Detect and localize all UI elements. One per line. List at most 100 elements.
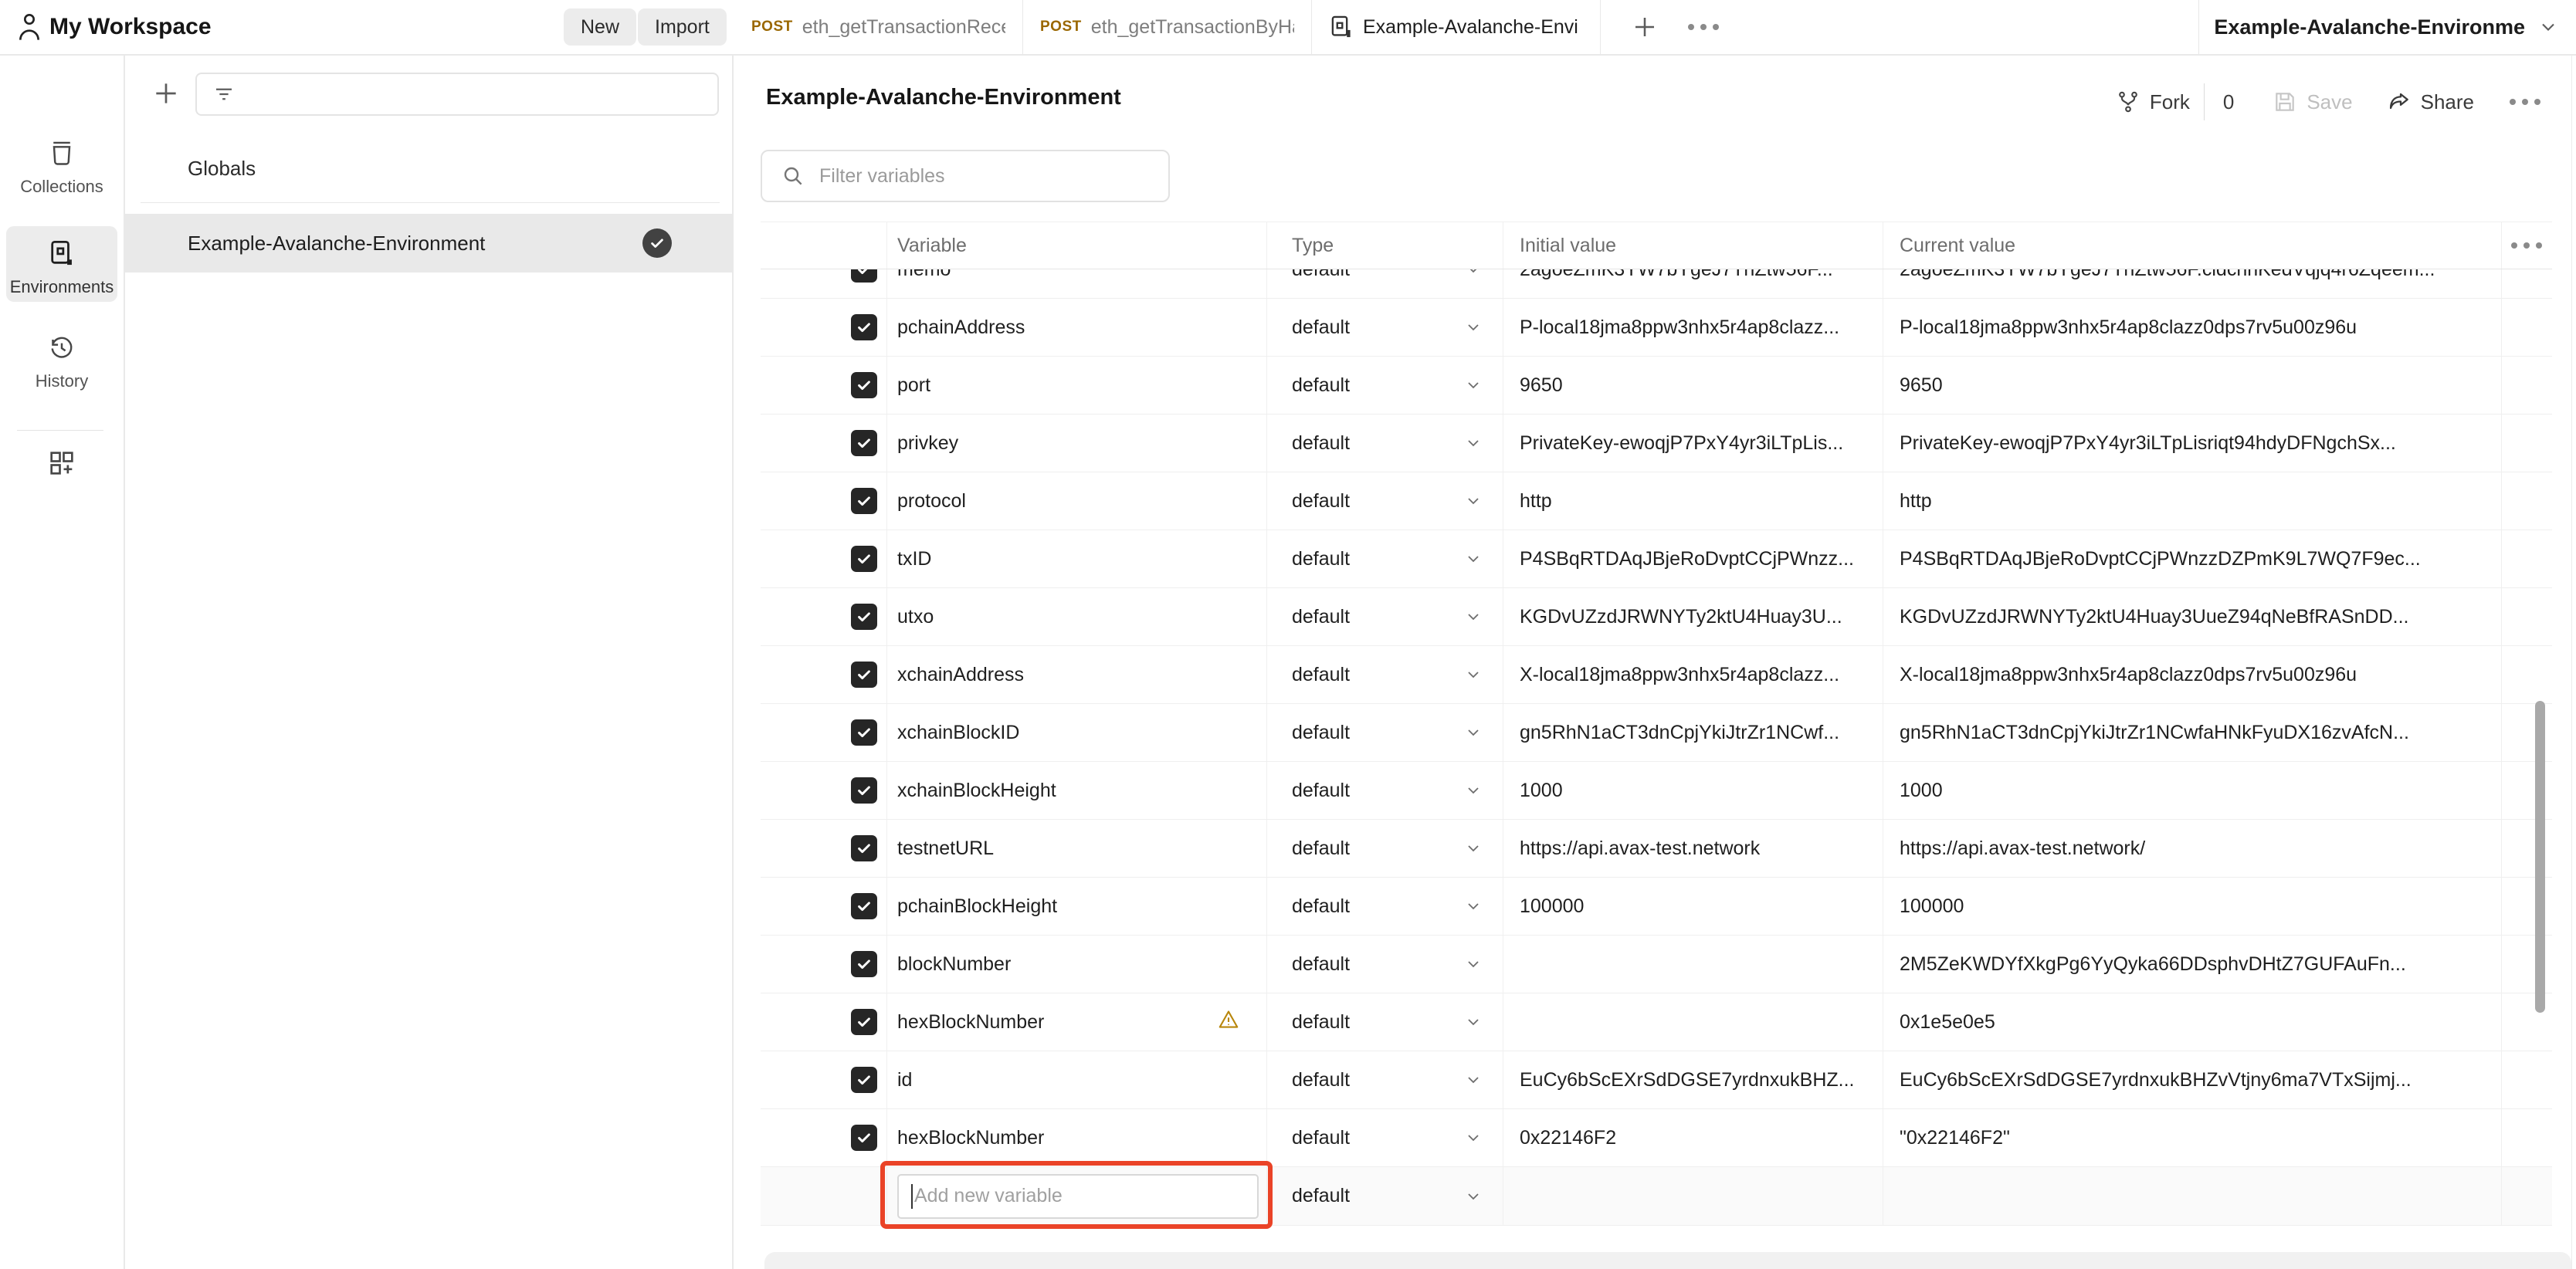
workspace-avatar-icon[interactable] (14, 10, 45, 44)
initial-value-cell[interactable]: 2agoeZmK3YW7bYgeJ7TnZtw56F... (1503, 269, 1883, 298)
initial-value-cell[interactable] (1503, 1167, 1883, 1225)
initial-value-cell[interactable]: P-local18jma8ppw3nhx5r4ap8clazz... (1503, 299, 1883, 356)
import-button[interactable]: Import (638, 8, 727, 46)
current-value-cell[interactable]: 100000 (1883, 878, 2502, 935)
variable-enabled-checkbox[interactable] (851, 546, 877, 572)
variable-type-dropdown[interactable]: default (1267, 878, 1503, 935)
variable-type-dropdown[interactable]: default (1267, 357, 1503, 414)
initial-value-cell[interactable] (1503, 993, 1883, 1051)
variable-enabled-checkbox[interactable] (851, 604, 877, 630)
variable-type-dropdown[interactable]: default (1267, 472, 1503, 530)
variable-name-cell[interactable]: privkey (887, 415, 1267, 472)
variable-name-cell[interactable]: pchainAddress (887, 299, 1267, 356)
current-value-cell[interactable]: KGDvUZzdJRWNYTy2ktU4Huay3UueZ94qNeBfRASn… (1883, 588, 2502, 645)
variable-enabled-checkbox[interactable] (851, 488, 877, 514)
variable-type-dropdown[interactable]: default (1267, 704, 1503, 761)
variable-type-dropdown[interactable]: default (1267, 415, 1503, 472)
variable-type-dropdown[interactable]: default (1267, 588, 1503, 645)
current-value-cell[interactable]: EuCy6bScEXrSdDGSE7yrdnxukBHZvVtjny6ma7VT… (1883, 1051, 2502, 1108)
variable-type-dropdown[interactable]: default (1267, 1051, 1503, 1108)
variable-type-dropdown[interactable]: default (1267, 762, 1503, 819)
environment-selector[interactable]: Example-Avalanche-Environme (2214, 0, 2559, 54)
vertical-scrollbar-thumb[interactable] (2535, 701, 2545, 1013)
variable-name-cell[interactable]: testnetURL (887, 820, 1267, 877)
more-actions-icon[interactable] (2510, 99, 2540, 105)
variable-type-dropdown[interactable]: default (1267, 269, 1503, 298)
variable-type-dropdown[interactable]: default (1267, 820, 1503, 877)
current-value-cell[interactable]: P4SBqRTDAqJBjeRoDvptCCjPWnzzDZPmK9L7WQ7F… (1883, 530, 2502, 587)
column-options-icon[interactable] (2511, 242, 2542, 249)
initial-value-cell[interactable]: KGDvUZzdJRWNYTy2ktU4Huay3U... (1503, 588, 1883, 645)
variable-enabled-checkbox[interactable] (851, 314, 877, 340)
add-variable-input[interactable]: Add new variable (897, 1174, 1259, 1219)
more-tabs-icon[interactable] (1688, 24, 1719, 30)
sidebar-item-history[interactable]: History (0, 332, 124, 391)
initial-value-cell[interactable] (1503, 936, 1883, 993)
initial-value-cell[interactable]: PrivateKey-ewoqjP7PxY4yr3iLTpLis... (1503, 415, 1883, 472)
variable-name-cell[interactable]: port (887, 357, 1267, 414)
variable-enabled-checkbox[interactable] (851, 1125, 877, 1151)
initial-value-cell[interactable]: 9650 (1503, 357, 1883, 414)
variable-type-dropdown[interactable]: default (1267, 299, 1503, 356)
initial-value-cell[interactable]: 1000 (1503, 762, 1883, 819)
share-button[interactable]: Share (2387, 90, 2474, 114)
current-value-cell[interactable]: X-local18jma8ppw3nhx5r4ap8clazz0dps7rv5u… (1883, 646, 2502, 703)
variable-name-cell[interactable]: pchainBlockHeight (887, 878, 1267, 935)
configure-workspace-button[interactable] (0, 448, 124, 482)
variable-name-cell[interactable]: id (887, 1051, 1267, 1108)
current-value-cell[interactable]: gn5RhN1aCT3dnCpjYkiJtrZr1NCwfaHNkFyuDX16… (1883, 704, 2502, 761)
variable-enabled-checkbox[interactable] (851, 951, 877, 977)
initial-value-cell[interactable]: gn5RhN1aCT3dnCpjYkiJtrZr1NCwf... (1503, 704, 1883, 761)
current-value-cell[interactable]: 9650 (1883, 357, 2502, 414)
current-value-cell[interactable]: https://api.avax-test.network/ (1883, 820, 2502, 877)
initial-value-cell[interactable]: https://api.avax-test.network (1503, 820, 1883, 877)
current-value-cell[interactable]: 2M5ZeKWDYfXkgPg6YyQyka66DDsphvDHtZ7GUFAu… (1883, 936, 2502, 993)
save-button[interactable]: Save (2273, 90, 2352, 114)
filter-variables-input[interactable]: Filter variables (761, 150, 1170, 202)
tab-request-2[interactable]: POST eth_getTransactionByHa (1023, 0, 1312, 54)
initial-value-cell[interactable]: 0x22146F2 (1503, 1109, 1883, 1166)
initial-value-cell[interactable]: P4SBqRTDAqJBjeRoDvptCCjPWnzz... (1503, 530, 1883, 587)
sidebar-item-environments[interactable]: Environments (0, 238, 124, 297)
variable-name-cell[interactable]: hexBlockNumber (887, 993, 1267, 1051)
variable-name-cell[interactable]: txID (887, 530, 1267, 587)
new-tab-plus-icon[interactable] (1631, 13, 1659, 41)
current-value-cell[interactable]: 2agoeZmK3YW7bYgeJ7TnZtw56F.cldchhKedVqjq… (1883, 269, 2502, 298)
variable-enabled-checkbox[interactable] (851, 1009, 877, 1035)
variable-type-dropdown[interactable]: default (1267, 530, 1503, 587)
initial-value-cell[interactable]: EuCy6bScEXrSdDGSE7yrdnxukBHZ... (1503, 1051, 1883, 1108)
sidebar-item-environment[interactable]: Example-Avalanche-Environment (125, 214, 732, 272)
variable-name-cell[interactable]: blockNumber (887, 936, 1267, 993)
variable-enabled-checkbox[interactable] (851, 777, 877, 804)
current-value-cell[interactable]: P-local18jma8ppw3nhx5r4ap8clazz0dps7rv5u… (1883, 299, 2502, 356)
fork-button[interactable]: Fork (2116, 90, 2190, 114)
current-value-cell[interactable]: "0x22146F2" (1883, 1109, 2502, 1166)
variable-type-dropdown[interactable]: default (1267, 646, 1503, 703)
variable-enabled-checkbox[interactable] (851, 835, 877, 861)
sidebar-filter-input[interactable] (195, 73, 719, 116)
variable-type-dropdown[interactable]: default (1267, 1167, 1503, 1225)
variable-enabled-checkbox[interactable] (851, 893, 877, 919)
variable-name-cell[interactable]: xchainBlockID (887, 704, 1267, 761)
sidebar-item-collections[interactable]: Collections (0, 137, 124, 197)
variable-enabled-checkbox[interactable] (851, 269, 877, 283)
variable-name-cell[interactable]: hexBlockNumber (887, 1109, 1267, 1166)
variable-enabled-checkbox[interactable] (851, 1067, 877, 1093)
variable-type-dropdown[interactable]: default (1267, 936, 1503, 993)
workspace-title[interactable]: My Workspace (49, 14, 212, 40)
current-value-cell[interactable]: http (1883, 472, 2502, 530)
variable-enabled-checkbox[interactable] (851, 719, 877, 746)
variable-name-cell[interactable]: memo (887, 269, 1267, 298)
variable-name-cell[interactable]: xchainBlockHeight (887, 762, 1267, 819)
tab-request-1[interactable]: POST eth_getTransactionRece (734, 0, 1023, 54)
tab-environment-active[interactable]: Example-Avalanche-Envi (1312, 0, 1601, 54)
variable-enabled-checkbox[interactable] (851, 662, 877, 688)
variable-name-cell[interactable]: protocol (887, 472, 1267, 530)
sidebar-item-globals[interactable]: Globals (188, 147, 256, 190)
current-value-cell[interactable]: 0x1e5e0e5 (1883, 993, 2502, 1051)
current-value-cell[interactable] (1883, 1167, 2502, 1225)
initial-value-cell[interactable]: http (1503, 472, 1883, 530)
initial-value-cell[interactable]: 100000 (1503, 878, 1883, 935)
variable-enabled-checkbox[interactable] (851, 372, 877, 398)
variable-type-dropdown[interactable]: default (1267, 993, 1503, 1051)
